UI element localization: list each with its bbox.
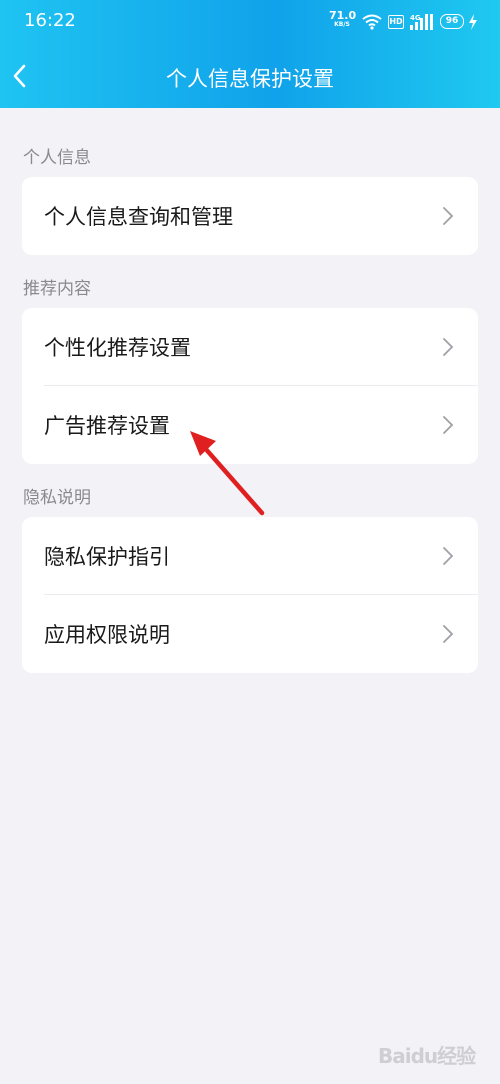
signal-label: 4G [410, 14, 421, 22]
list-item-label: 个人信息查询和管理 [44, 205, 233, 229]
watermark: Baidu经验 [378, 1044, 476, 1068]
list-item-app-permissions[interactable]: 应用权限说明 [22, 595, 478, 673]
list-item-personalized-recommend[interactable]: 个性化推荐设置 [22, 308, 478, 386]
navigation-bar: 个人信息保护设置 [0, 44, 500, 108]
list-item-personal-info-manage[interactable]: 个人信息查询和管理 [22, 177, 478, 255]
status-bar: 16:22 71.0 KB/S HD 4G 96 [0, 0, 500, 44]
red-arrow-icon [190, 431, 265, 516]
wifi-icon [362, 14, 382, 30]
chevron-right-icon [443, 625, 454, 643]
list-item-label: 应用权限说明 [44, 623, 170, 647]
list-item-label: 隐私保护指引 [44, 545, 170, 569]
card-privacy: 隐私保护指引 应用权限说明 [22, 517, 478, 673]
page-title: 个人信息保护设置 [166, 67, 334, 91]
battery-indicator: 96 [440, 14, 464, 29]
list-item-privacy-guide[interactable]: 隐私保护指引 [22, 517, 478, 595]
hd-badge: HD [388, 15, 404, 29]
list-item-label: 个性化推荐设置 [44, 336, 191, 360]
section-label-recommended: 推荐内容 [23, 279, 91, 299]
section-label-personal-info: 个人信息 [23, 148, 91, 168]
network-speed-value: 71.0 [329, 9, 357, 22]
charging-icon [469, 14, 477, 30]
network-speed: 71.0 KB/S [329, 9, 357, 28]
card-personal-info: 个人信息查询和管理 [22, 177, 478, 255]
chevron-right-icon [443, 207, 454, 225]
network-speed-unit: KB/S [334, 21, 350, 28]
chevron-right-icon [443, 547, 454, 565]
chevron-right-icon [443, 416, 454, 434]
signal-icon: 4G [410, 14, 433, 30]
list-item-label: 广告推荐设置 [44, 414, 170, 438]
chevron-right-icon [443, 338, 454, 356]
header-bar: 16:22 71.0 KB/S HD 4G 96 个人信息保护设置 [0, 0, 500, 108]
section-label-privacy: 隐私说明 [23, 488, 91, 508]
status-time: 16:22 [24, 10, 76, 31]
